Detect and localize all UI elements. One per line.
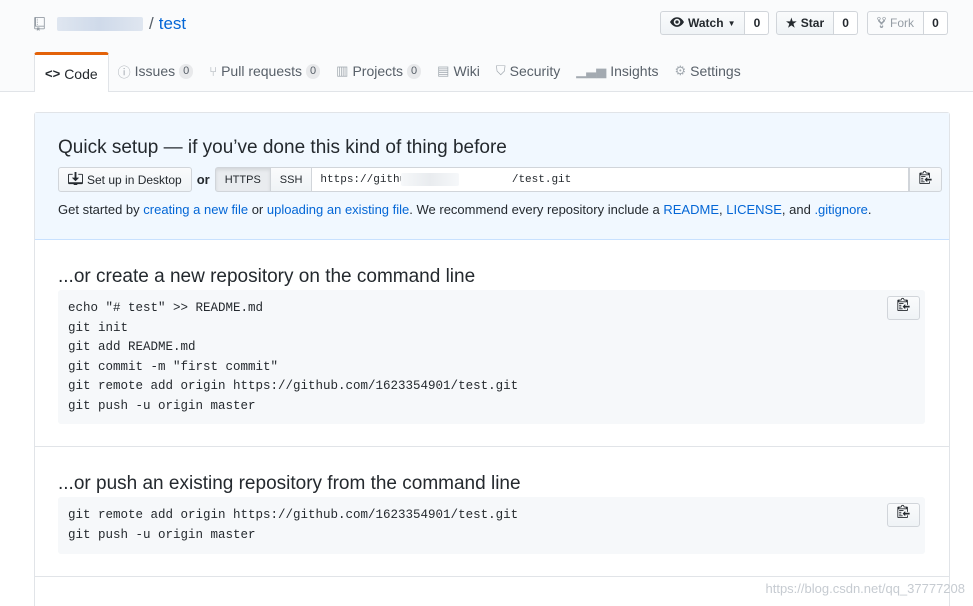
eye-icon — [670, 16, 684, 30]
star-count[interactable]: 0 — [834, 11, 859, 35]
code-line: git init — [68, 320, 129, 335]
repo-owner-link[interactable] — [57, 17, 143, 31]
create-repo-code-block: echo "# test" >> README.md git init git … — [58, 290, 925, 424]
repo-icon — [34, 17, 45, 31]
fork-icon — [877, 16, 886, 31]
shield-icon: ⛉ — [495, 63, 506, 78]
get-started-or: or — [251, 202, 264, 217]
code-line: git commit -m "first commit" — [68, 359, 279, 374]
issues-counter: 0 — [179, 63, 194, 79]
get-started-pre: Get started by — [58, 202, 140, 217]
repo-title: / test — [34, 13, 186, 35]
push-repo-code-block: git remote add origin https://github.com… — [58, 497, 925, 554]
upload-existing-file-link[interactable]: uploading an existing file — [267, 202, 409, 217]
quick-setup-title: Quick setup — if you’ve done this kind o… — [58, 137, 507, 158]
tab-wiki[interactable]: ▤ Wiki — [430, 52, 487, 90]
tab-insights[interactable]: ▁▃▅ Insights — [569, 52, 665, 90]
setup-desktop-label: Set up in Desktop — [87, 172, 182, 187]
tab-security-label: Security — [509, 63, 561, 79]
tab-settings[interactable]: ⚙ Settings — [667, 52, 747, 90]
code-line: git push -u origin master — [68, 527, 256, 542]
path-separator: / — [149, 14, 154, 33]
project-icon: ▥ — [336, 63, 349, 78]
graph-icon: ▁▃▅ — [576, 63, 607, 78]
code-line: git push -u origin master — [68, 398, 256, 413]
tab-projects-label: Projects — [352, 63, 404, 79]
code-line: git remote add origin https://github.com… — [68, 508, 519, 522]
repo-header: / test Watch ▼ 0 ★ Star 0 Fork 0 <> Code… — [0, 0, 973, 92]
tab-settings-label: Settings — [690, 63, 741, 79]
chevron-down-icon: ▼ — [727, 18, 736, 28]
quick-setup-box: Quick setup — if you’ve done this kind o… — [34, 112, 950, 606]
repo-nav: <> Code ⓘ Issues 0 ⑂ Pull requests 0 ▥ P… — [34, 52, 750, 92]
pull-requests-counter: 0 — [306, 63, 321, 79]
gitignore-link[interactable]: .gitignore — [814, 202, 867, 217]
star-icon: ★ — [786, 16, 797, 30]
tab-issues[interactable]: ⓘ Issues 0 — [111, 52, 201, 90]
watch-label: Watch — [688, 16, 724, 30]
star-button[interactable]: ★ Star — [776, 11, 835, 35]
tab-code[interactable]: <> Code — [34, 52, 109, 92]
create-repo-title: ...or create a new repository on the com… — [58, 266, 476, 287]
book-icon: ▤ — [437, 63, 450, 78]
fork-button[interactable]: Fork — [867, 11, 924, 35]
push-repo-section: ...or push an existing repository from t… — [35, 447, 949, 577]
watch-button[interactable]: Watch ▼ — [660, 11, 746, 35]
tab-insights-label: Insights — [610, 63, 659, 79]
fork-count[interactable]: 0 — [924, 11, 948, 35]
tab-projects[interactable]: ▥ Projects 0 — [329, 52, 428, 90]
clipboard-icon — [897, 297, 910, 319]
clone-url-input[interactable] — [312, 167, 910, 192]
quick-setup-section: Quick setup — if you’ve done this kind o… — [35, 113, 949, 240]
tab-issues-label: Issues — [134, 63, 176, 79]
setup-desktop-button[interactable]: Set up in Desktop — [58, 167, 192, 192]
code-line: echo "# test" >> README.md — [68, 301, 264, 315]
clone-url-row: Set up in Desktop or HTTPS SSH — [58, 167, 943, 192]
clipboard-icon — [919, 170, 933, 189]
tab-pull-requests-label: Pull requests — [221, 63, 303, 79]
license-link[interactable]: LICENSE — [726, 202, 782, 217]
watch-count[interactable]: 0 — [745, 11, 770, 35]
ssh-button[interactable]: SSH — [270, 167, 313, 192]
or-label: or — [196, 172, 210, 187]
watch-group: Watch ▼ 0 — [660, 11, 770, 35]
code-line: git add README.md — [68, 340, 196, 354]
copy-push-commands-button[interactable] — [887, 503, 920, 527]
pull-request-icon: ⑂ — [209, 63, 218, 79]
copy-url-button[interactable] — [909, 167, 943, 192]
code-icon: <> — [45, 66, 61, 81]
gear-icon: ⚙ — [674, 63, 687, 78]
get-started-recommend: . We recommend every repository include … — [409, 202, 660, 217]
clipboard-icon — [897, 504, 910, 526]
https-button[interactable]: HTTPS — [214, 167, 271, 192]
issue-icon: ⓘ — [117, 64, 131, 80]
get-started-and: , and — [781, 202, 811, 217]
copy-create-commands-button[interactable] — [887, 296, 920, 320]
create-new-file-link[interactable]: creating a new file — [143, 202, 248, 217]
tab-wiki-label: Wiki — [453, 63, 480, 79]
tab-pull-requests[interactable]: ⑂ Pull requests 0 — [202, 52, 327, 90]
projects-counter: 0 — [407, 63, 422, 79]
star-label: Star — [800, 16, 825, 30]
fork-label: Fork — [890, 16, 914, 30]
tab-security[interactable]: ⛉ Security — [489, 52, 567, 90]
tab-code-label: Code — [64, 65, 98, 82]
readme-link[interactable]: README — [663, 202, 719, 217]
push-repo-title: ...or push an existing repository from t… — [58, 473, 521, 494]
fork-group: Fork 0 — [867, 11, 948, 35]
get-started-end: . — [867, 202, 872, 217]
desktop-download-icon — [68, 171, 83, 188]
code-line: git remote add origin https://github.com… — [68, 379, 519, 393]
get-started-comma: , — [719, 202, 723, 217]
create-repo-section: ...or create a new repository on the com… — [35, 240, 949, 447]
star-group: ★ Star 0 — [776, 11, 859, 35]
get-started-text: Get started by creating a new file or up… — [58, 202, 872, 217]
watermark: https://blog.csdn.net/qq_37777208 — [765, 581, 966, 596]
repo-name-link[interactable]: test — [159, 14, 186, 34]
